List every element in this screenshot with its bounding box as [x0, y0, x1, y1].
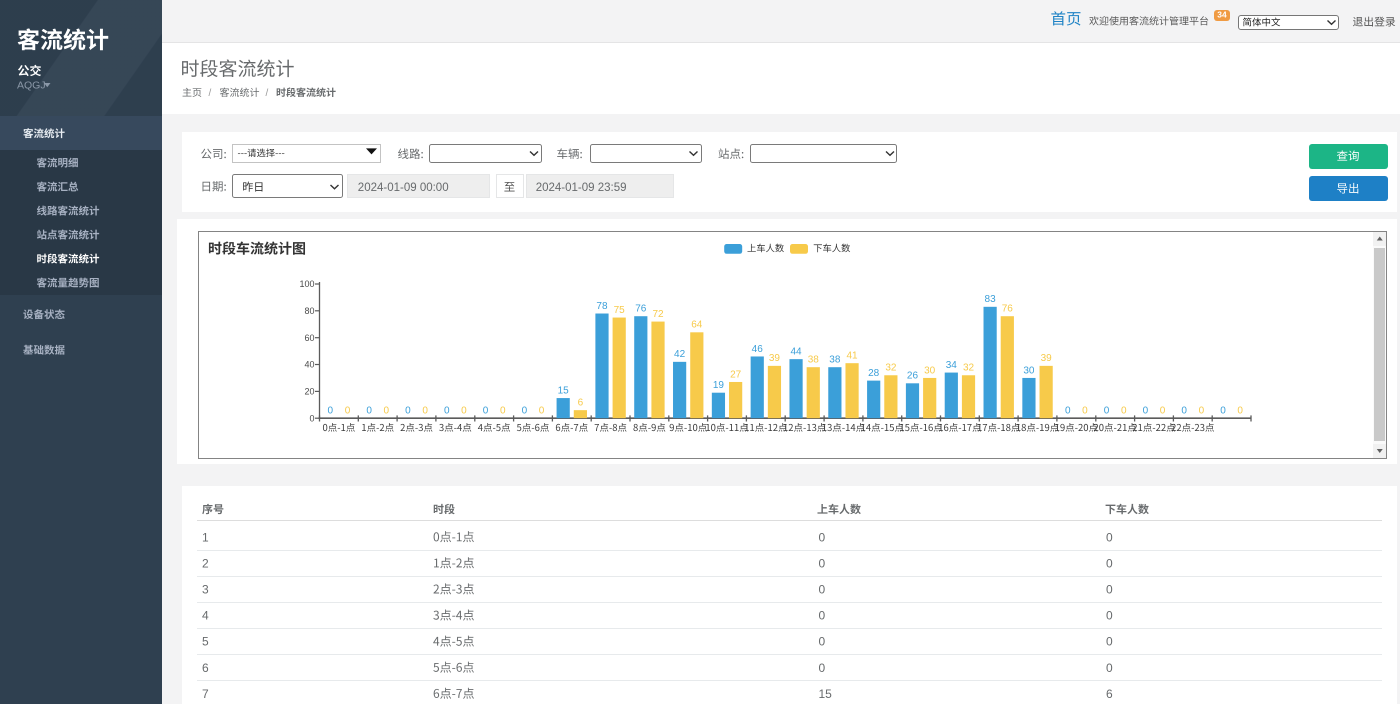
svg-text:41: 41	[847, 351, 859, 362]
svg-text:0: 0	[483, 406, 489, 417]
svg-text:2024-01-09 23:59: 2024-01-09 23:59	[536, 182, 627, 194]
svg-text:42: 42	[674, 349, 686, 360]
svg-text:1: 1	[202, 530, 209, 544]
svg-text:72: 72	[652, 309, 664, 320]
svg-text:0: 0	[1106, 530, 1113, 544]
svg-text:0: 0	[819, 530, 826, 544]
svg-text:76: 76	[1002, 304, 1014, 315]
svg-text:0: 0	[1220, 406, 1226, 417]
svg-text:76: 76	[635, 304, 647, 315]
svg-text:0: 0	[1106, 556, 1113, 570]
svg-text:34: 34	[946, 360, 958, 371]
svg-text:30: 30	[924, 365, 936, 376]
svg-text:AQGJ: AQGJ	[17, 79, 46, 91]
svg-text:32: 32	[885, 363, 897, 374]
svg-text:15: 15	[558, 385, 570, 396]
svg-text:64: 64	[691, 320, 703, 331]
svg-text:80: 80	[304, 306, 314, 316]
svg-text:78: 78	[596, 301, 608, 312]
svg-text:/: /	[209, 88, 212, 99]
svg-text:40: 40	[304, 360, 314, 370]
svg-text:6: 6	[202, 661, 209, 675]
svg-text:0: 0	[1106, 661, 1113, 675]
svg-text:15: 15	[819, 687, 833, 701]
svg-text:83: 83	[985, 294, 997, 305]
svg-text:38: 38	[829, 355, 841, 366]
svg-text:0: 0	[461, 406, 467, 417]
svg-text:0: 0	[1106, 609, 1113, 623]
svg-text:0: 0	[1199, 406, 1205, 417]
svg-text:0: 0	[366, 406, 372, 417]
svg-text:34: 34	[1217, 10, 1227, 20]
svg-text:0: 0	[1106, 635, 1113, 649]
svg-text:3: 3	[202, 582, 209, 596]
svg-text:0: 0	[1104, 406, 1110, 417]
svg-text:0: 0	[328, 406, 334, 417]
svg-text:20: 20	[304, 387, 314, 397]
svg-text:39: 39	[769, 353, 781, 364]
svg-text:6: 6	[1106, 687, 1113, 701]
svg-text:0: 0	[819, 661, 826, 675]
svg-text:60: 60	[304, 333, 314, 343]
svg-text:0: 0	[819, 635, 826, 649]
svg-text:0: 0	[1237, 406, 1243, 417]
svg-text:0: 0	[444, 406, 450, 417]
svg-text:4: 4	[202, 609, 209, 623]
svg-text:0: 0	[422, 406, 428, 417]
svg-text:0: 0	[819, 556, 826, 570]
svg-text:100: 100	[299, 279, 314, 289]
svg-text:32: 32	[963, 363, 975, 374]
svg-text:6: 6	[578, 398, 584, 409]
svg-text:26: 26	[907, 371, 919, 382]
svg-text:0: 0	[1082, 406, 1088, 417]
svg-text:0: 0	[309, 413, 314, 423]
svg-text:0: 0	[539, 406, 545, 417]
svg-text:0: 0	[1160, 406, 1166, 417]
svg-text:0: 0	[345, 406, 351, 417]
svg-text:5: 5	[202, 635, 209, 649]
svg-text:0: 0	[405, 406, 411, 417]
svg-text:27: 27	[730, 369, 742, 380]
svg-text:0: 0	[522, 406, 528, 417]
svg-text:46: 46	[752, 344, 764, 355]
svg-text:39: 39	[1041, 353, 1053, 364]
svg-text:0: 0	[1065, 406, 1071, 417]
svg-text:7: 7	[202, 687, 209, 701]
svg-text:0: 0	[819, 609, 826, 623]
svg-text:0: 0	[1181, 406, 1187, 417]
svg-text:44: 44	[790, 347, 802, 358]
svg-text:0: 0	[1143, 406, 1149, 417]
svg-text:38: 38	[808, 355, 820, 366]
svg-text:30: 30	[1023, 365, 1035, 376]
svg-text:2: 2	[202, 556, 209, 570]
svg-text:75: 75	[614, 305, 626, 316]
svg-text:0: 0	[384, 406, 390, 417]
svg-text:0: 0	[819, 582, 826, 596]
svg-text:0: 0	[500, 406, 506, 417]
svg-text:/: /	[266, 88, 269, 99]
svg-text:28: 28	[868, 368, 880, 379]
svg-text:19: 19	[713, 380, 725, 391]
svg-text:2024-01-09 00:00: 2024-01-09 00:00	[358, 182, 449, 194]
svg-text:0: 0	[1121, 406, 1127, 417]
svg-text:0: 0	[1106, 582, 1113, 596]
